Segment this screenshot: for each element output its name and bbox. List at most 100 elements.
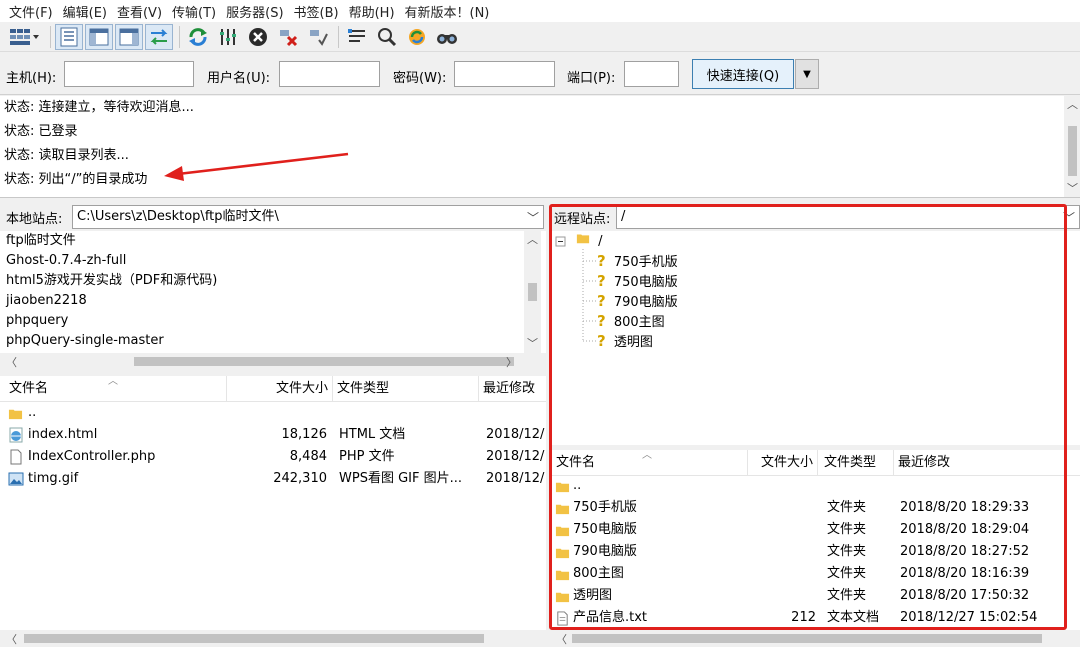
table-row[interactable]: IndexController.php 8,484 PHP 文件 2018/12… bbox=[0, 446, 546, 468]
filter-button[interactable] bbox=[343, 24, 371, 50]
scroll-thumb[interactable] bbox=[24, 634, 484, 643]
file-type bbox=[827, 475, 893, 497]
local-list-hscrollbar[interactable]: 〈 bbox=[0, 630, 546, 647]
menu-bookmarks[interactable]: 书签(B) bbox=[289, 2, 344, 21]
log-prefix: 状态: bbox=[4, 124, 35, 139]
column-type[interactable]: 文件类型 bbox=[333, 376, 479, 402]
table-row[interactable]: 750手机版 文件夹 2018/8/20 18:29:33 bbox=[550, 497, 1080, 519]
file-name: 产品信息.txt bbox=[573, 610, 648, 625]
toolbar bbox=[0, 22, 1080, 52]
toggle-log-button[interactable] bbox=[55, 23, 83, 50]
quickconnect-dropdown-button[interactable]: ▼ bbox=[795, 59, 819, 89]
table-row[interactable]: 750电脑版 文件夹 2018/8/20 18:29:04 bbox=[550, 519, 1080, 541]
menu-view[interactable]: 查看(V) bbox=[112, 2, 167, 21]
scroll-thumb[interactable] bbox=[572, 634, 1042, 643]
remote-file-list: 文件名 ︿ 文件大小 文件类型 最近修改 .. 750手机版 文件夹 2018/8/2… bbox=[550, 450, 1080, 630]
tree-item[interactable]: Ghost-0.7.4-zh-full bbox=[6, 251, 126, 271]
tree-item[interactable]: ftp临时文件 bbox=[6, 231, 76, 251]
reconnect-button[interactable] bbox=[304, 24, 332, 50]
site-manager-button[interactable] bbox=[4, 24, 44, 50]
table-row[interactable]: 800主图 文件夹 2018/8/20 18:16:39 bbox=[550, 563, 1080, 585]
unknown-folder-icon: ? bbox=[597, 332, 606, 350]
username-input[interactable] bbox=[279, 61, 380, 87]
local-path-combo[interactable]: C:\Users\z\Desktop\ftp临时文件\ ﹀ bbox=[72, 205, 544, 229]
quickconnect-button[interactable]: 快速连接(Q) bbox=[692, 59, 794, 89]
folder-icon bbox=[555, 585, 571, 607]
scroll-thumb[interactable] bbox=[1068, 126, 1077, 176]
table-row[interactable]: 产品信息.txt 212 文本文档 2018/12/27 15:02:54 bbox=[550, 607, 1080, 629]
folder-icon bbox=[555, 475, 571, 497]
tree-item[interactable]: ? 750电脑版 bbox=[597, 271, 678, 291]
compare-button[interactable] bbox=[373, 24, 401, 50]
local-tree-vscrollbar[interactable]: ︿ ﹀ bbox=[524, 231, 541, 353]
tree-item[interactable]: ? 透明图 bbox=[597, 331, 653, 351]
table-row[interactable]: .. bbox=[550, 475, 1080, 497]
scroll-thumb[interactable] bbox=[134, 357, 514, 366]
host-label: 主机(H): bbox=[6, 71, 57, 86]
search-button[interactable] bbox=[433, 24, 461, 50]
scroll-thumb[interactable] bbox=[528, 283, 537, 301]
sync-browse-button[interactable] bbox=[403, 24, 431, 50]
port-input[interactable] bbox=[624, 61, 679, 87]
transfer-queue-button[interactable] bbox=[145, 23, 173, 50]
folder-icon bbox=[555, 497, 571, 519]
chevron-down-icon: ▼ bbox=[803, 68, 811, 80]
column-modified[interactable]: 最近修改 bbox=[894, 450, 1080, 476]
tree-item-label: 透明图 bbox=[613, 335, 653, 350]
file-name: index.html bbox=[28, 427, 98, 442]
process-queue-button[interactable] bbox=[214, 24, 242, 50]
log-line: 状态: 已登录 bbox=[4, 120, 78, 144]
menu-server[interactable]: 服务器(S) bbox=[221, 2, 288, 21]
file-size bbox=[748, 519, 816, 541]
log-scrollbar[interactable]: ︿ ﹀ bbox=[1064, 96, 1080, 197]
chevron-down-icon: ﹀ bbox=[1062, 211, 1075, 225]
table-row[interactable]: timg.gif 242,310 WPS看图 GIF 图片... 2018/12… bbox=[0, 468, 546, 490]
refresh-button[interactable] bbox=[184, 24, 212, 50]
toggle-remote-tree-button[interactable] bbox=[115, 23, 143, 50]
menu-file[interactable]: 文件(F) bbox=[4, 2, 58, 21]
menu-transfer[interactable]: 传输(T) bbox=[167, 2, 221, 21]
menu-help[interactable]: 帮助(H) bbox=[344, 2, 400, 21]
toggle-local-tree-button[interactable] bbox=[85, 23, 113, 50]
menu-new-version[interactable]: 有新版本！(N) bbox=[400, 2, 495, 21]
menu-edit[interactable]: 编辑(E) bbox=[58, 2, 112, 21]
tree-item[interactable]: phpquery bbox=[6, 311, 68, 331]
table-row[interactable]: index.html 18,126 HTML 文档 2018/12/ bbox=[0, 424, 546, 446]
log-text: 已登录 bbox=[38, 124, 78, 139]
toggle-remote-tree-icon bbox=[119, 28, 139, 45]
cancel-button[interactable] bbox=[244, 24, 272, 50]
password-input[interactable] bbox=[454, 61, 555, 87]
column-size[interactable]: 文件大小 bbox=[227, 376, 333, 402]
file-name: .. bbox=[573, 478, 582, 493]
column-modified[interactable]: 最近修改 bbox=[479, 376, 546, 402]
host-input[interactable] bbox=[64, 61, 194, 87]
tree-item[interactable]: ? 790电脑版 bbox=[597, 291, 678, 311]
file-type: 文件夹 bbox=[827, 522, 867, 537]
remote-list-hscrollbar[interactable]: 〈 bbox=[550, 630, 1080, 647]
local-tree-hscrollbar[interactable]: 〈 〉 bbox=[0, 353, 546, 370]
tree-item[interactable]: ? 750手机版 bbox=[597, 251, 678, 271]
tree-item[interactable]: jiaoben2218 bbox=[6, 291, 87, 311]
table-row[interactable]: 790电脑版 文件夹 2018/8/20 18:27:52 bbox=[550, 541, 1080, 563]
file-type: 文件夹 bbox=[827, 566, 867, 581]
file-size: 242,310 bbox=[273, 471, 327, 486]
remote-tree: / ? 750手机版 ? 750电脑版 ? 790电脑版 ? 800主图 ? 透… bbox=[550, 231, 1080, 445]
tree-item-label: 750手机版 bbox=[613, 255, 678, 270]
scroll-down-icon: ﹀ bbox=[1067, 182, 1078, 195]
table-row[interactable]: .. bbox=[0, 402, 546, 424]
tree-item[interactable]: ? 800主图 bbox=[597, 311, 665, 331]
tree-item[interactable]: phpQuery-single-master bbox=[6, 331, 164, 351]
column-size[interactable]: 文件大小 bbox=[748, 450, 818, 476]
tree-item[interactable]: html5游戏开发实战（PDF和源代码) bbox=[6, 271, 217, 291]
toggle-log-icon bbox=[60, 27, 78, 46]
local-list-header: 文件名 ︿ 文件大小 文件类型 最近修改 bbox=[0, 376, 546, 402]
column-type[interactable]: 文件类型 bbox=[820, 450, 894, 476]
file-modified: 2018/12/27 15:02:54 bbox=[900, 610, 1038, 625]
tree-item-root[interactable]: / bbox=[576, 231, 603, 251]
table-row[interactable]: 透明图 文件夹 2018/8/20 17:50:32 bbox=[550, 585, 1080, 607]
file-modified: 2018/8/20 17:50:32 bbox=[900, 588, 1030, 603]
remote-path-combo[interactable]: / ﹀ bbox=[616, 205, 1080, 229]
disconnect-button[interactable] bbox=[274, 24, 302, 50]
username-label: 用户名(U): bbox=[207, 71, 271, 86]
unknown-folder-icon: ? bbox=[597, 272, 606, 290]
